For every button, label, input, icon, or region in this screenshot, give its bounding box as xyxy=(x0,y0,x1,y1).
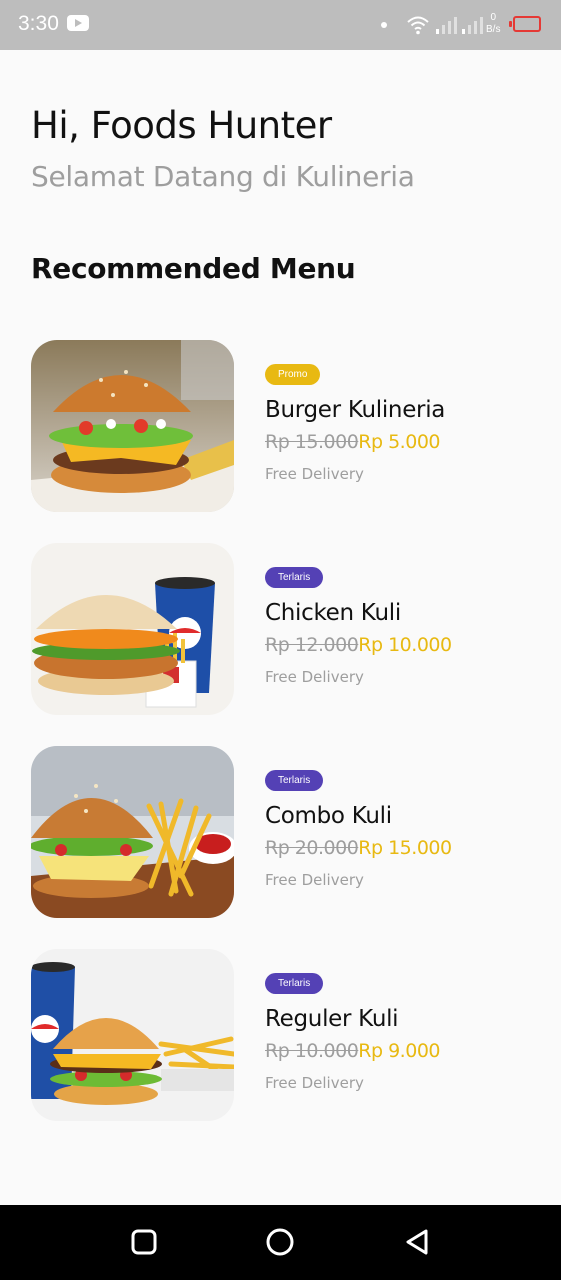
menu-item-info: Terlaris Reguler Kuli Rp 10.000Rp 9.000 … xyxy=(265,971,525,1092)
section-title: Recommended Menu xyxy=(31,252,356,285)
original-price: Rp 10.000 xyxy=(265,1040,359,1062)
status-time: 3:30 xyxy=(18,12,59,35)
delivery-label: Free Delivery xyxy=(265,668,364,686)
bestseller-badge: Terlaris xyxy=(265,973,324,994)
wifi-icon xyxy=(407,16,429,35)
signal-strength-icon xyxy=(462,17,483,34)
burger-image xyxy=(31,340,234,512)
promo-badge: Promo xyxy=(265,364,321,385)
home-icon[interactable] xyxy=(265,1227,295,1257)
greeting-title: Hi, Foods Hunter xyxy=(31,104,332,147)
back-icon[interactable] xyxy=(403,1227,433,1257)
discount-price: Rp 9.000 xyxy=(358,1040,440,1062)
chicken-burger-combo-image xyxy=(31,543,234,715)
menu-item-info: Terlaris Chicken Kuli Rp 12.000Rp 10.000… xyxy=(265,565,525,686)
menu-item[interactable]: Terlaris Chicken Kuli Rp 12.000Rp 10.000… xyxy=(31,543,531,715)
menu-item-name: Burger Kulineria xyxy=(265,397,446,423)
notification-dot-icon xyxy=(381,22,387,28)
burger-fries-combo-image xyxy=(31,746,234,918)
burger-drink-fries-image xyxy=(31,949,234,1121)
discount-price: Rp 10.000 xyxy=(358,634,452,656)
menu-item[interactable]: Terlaris Reguler Kuli Rp 10.000Rp 9.000 … xyxy=(31,949,531,1121)
discount-price: Rp 5.000 xyxy=(358,431,440,453)
price-row: Rp 10.000Rp 9.000 xyxy=(265,1040,525,1062)
status-bar: 3:30 0 B/s xyxy=(0,0,561,50)
youtube-notification-icon xyxy=(67,15,89,31)
menu-item-name: Reguler Kuli xyxy=(265,1006,399,1032)
price-row: Rp 15.000Rp 5.000 xyxy=(265,431,525,453)
menu-item[interactable]: Promo Burger Kulineria Rp 15.000Rp 5.000… xyxy=(31,340,531,512)
battery-icon xyxy=(509,16,541,32)
original-price: Rp 20.000 xyxy=(265,837,359,859)
bestseller-badge: Terlaris xyxy=(265,770,324,791)
delivery-label: Free Delivery xyxy=(265,871,364,889)
network-speed-unit: B/s xyxy=(486,24,501,35)
welcome-subtitle: Selamat Datang di Kulineria xyxy=(31,160,415,193)
menu-item-name: Combo Kuli xyxy=(265,803,392,829)
delivery-label: Free Delivery xyxy=(265,465,364,483)
network-speed: 0 B/s xyxy=(486,12,500,36)
price-row: Rp 20.000Rp 15.000 xyxy=(265,837,525,859)
system-navigation-bar xyxy=(0,1205,561,1280)
recents-icon[interactable] xyxy=(129,1227,159,1257)
signal-strength-icon xyxy=(436,17,457,34)
price-row: Rp 12.000Rp 10.000 xyxy=(265,634,525,656)
menu-item[interactable]: Terlaris Combo Kuli Rp 20.000Rp 15.000 F… xyxy=(31,746,531,918)
original-price: Rp 15.000 xyxy=(265,431,359,453)
original-price: Rp 12.000 xyxy=(265,634,359,656)
menu-item-name: Chicken Kuli xyxy=(265,600,401,626)
delivery-label: Free Delivery xyxy=(265,1074,364,1092)
network-speed-value: 0 xyxy=(490,12,496,23)
menu-item-info: Terlaris Combo Kuli Rp 20.000Rp 15.000 F… xyxy=(265,768,525,889)
discount-price: Rp 15.000 xyxy=(358,837,452,859)
bestseller-badge: Terlaris xyxy=(265,567,324,588)
menu-item-info: Promo Burger Kulineria Rp 15.000Rp 5.000… xyxy=(265,362,525,483)
